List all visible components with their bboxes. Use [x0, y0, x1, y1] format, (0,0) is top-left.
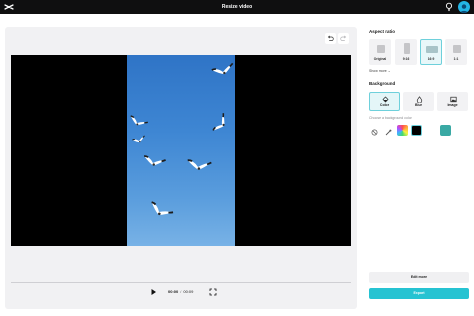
duration: 00:09: [183, 289, 194, 294]
show-more-link[interactable]: Show more ⌄: [369, 68, 391, 74]
ratio-label: Original: [373, 57, 387, 61]
fullscreen-icon[interactable]: [209, 288, 217, 296]
blur-drop-icon: [416, 96, 423, 103]
no-color-swatch[interactable]: [369, 125, 380, 136]
ratio-label: 16:9: [427, 57, 435, 61]
video-canvas[interactable]: [11, 55, 351, 246]
window-title: Resize video: [221, 4, 253, 10]
playback-controls: 00:00 / 00:09: [150, 288, 217, 296]
lightbulb-icon[interactable]: [445, 2, 453, 12]
chevron-down-icon: ⌄: [387, 69, 391, 73]
app: Resize video 00:00 / 00:09 Aspect ratio …: [0, 0, 474, 316]
ratio-label: 9:16: [402, 57, 410, 61]
timeline-scrubber[interactable]: [11, 282, 351, 283]
gradient-color-swatch[interactable]: [397, 125, 408, 136]
show-more-label: Show more: [369, 69, 387, 73]
edit-more-button[interactable]: Edit more: [369, 272, 469, 283]
time-separator: /: [180, 289, 182, 294]
original-ratio-icon: [377, 45, 385, 53]
paint-bucket-icon: [382, 96, 389, 103]
image-icon: [450, 96, 457, 103]
ratio-label: 1:1: [453, 57, 459, 61]
export-button[interactable]: Export: [369, 288, 469, 299]
ratio-original[interactable]: Original: [369, 39, 391, 65]
landscape-ratio-icon: [426, 46, 438, 53]
no-color-icon: [371, 129, 378, 136]
color-picker-swatch[interactable]: [383, 125, 394, 136]
portrait-ratio-icon: [404, 43, 410, 54]
background-color-option[interactable]: Color: [369, 92, 400, 111]
redo-button[interactable]: [338, 33, 349, 44]
eyedropper-icon: [385, 129, 392, 136]
aspect-ratio-title: Aspect ratio: [369, 29, 396, 34]
play-button[interactable]: [150, 288, 157, 296]
background-option-label: Color: [379, 103, 390, 107]
video-frame: [127, 55, 235, 246]
undo-icon: [327, 35, 334, 41]
background-option-label: Blur: [415, 103, 422, 107]
background-color-prompt: Choose a background color: [369, 116, 412, 120]
ratio-1-1[interactable]: 1:1: [445, 39, 467, 65]
redo-icon: [340, 35, 347, 41]
background-title: Background: [369, 81, 396, 86]
ratio-16-9[interactable]: 16:9: [420, 39, 442, 65]
square-ratio-icon: [453, 45, 461, 53]
seagulls-image: [127, 62, 235, 222]
ratio-9-16[interactable]: 9:16: [395, 39, 417, 65]
top-bar: Resize video: [0, 0, 474, 14]
undo-button[interactable]: [325, 33, 336, 44]
background-blur-option[interactable]: Blur: [403, 92, 434, 111]
teal-color-swatch[interactable]: [440, 125, 451, 136]
black-color-swatch[interactable]: [411, 125, 422, 136]
background-image-option[interactable]: Image: [437, 92, 468, 111]
background-option-label: Image: [447, 103, 458, 107]
user-avatar[interactable]: [458, 1, 470, 13]
current-time: 00:00: [168, 289, 179, 294]
